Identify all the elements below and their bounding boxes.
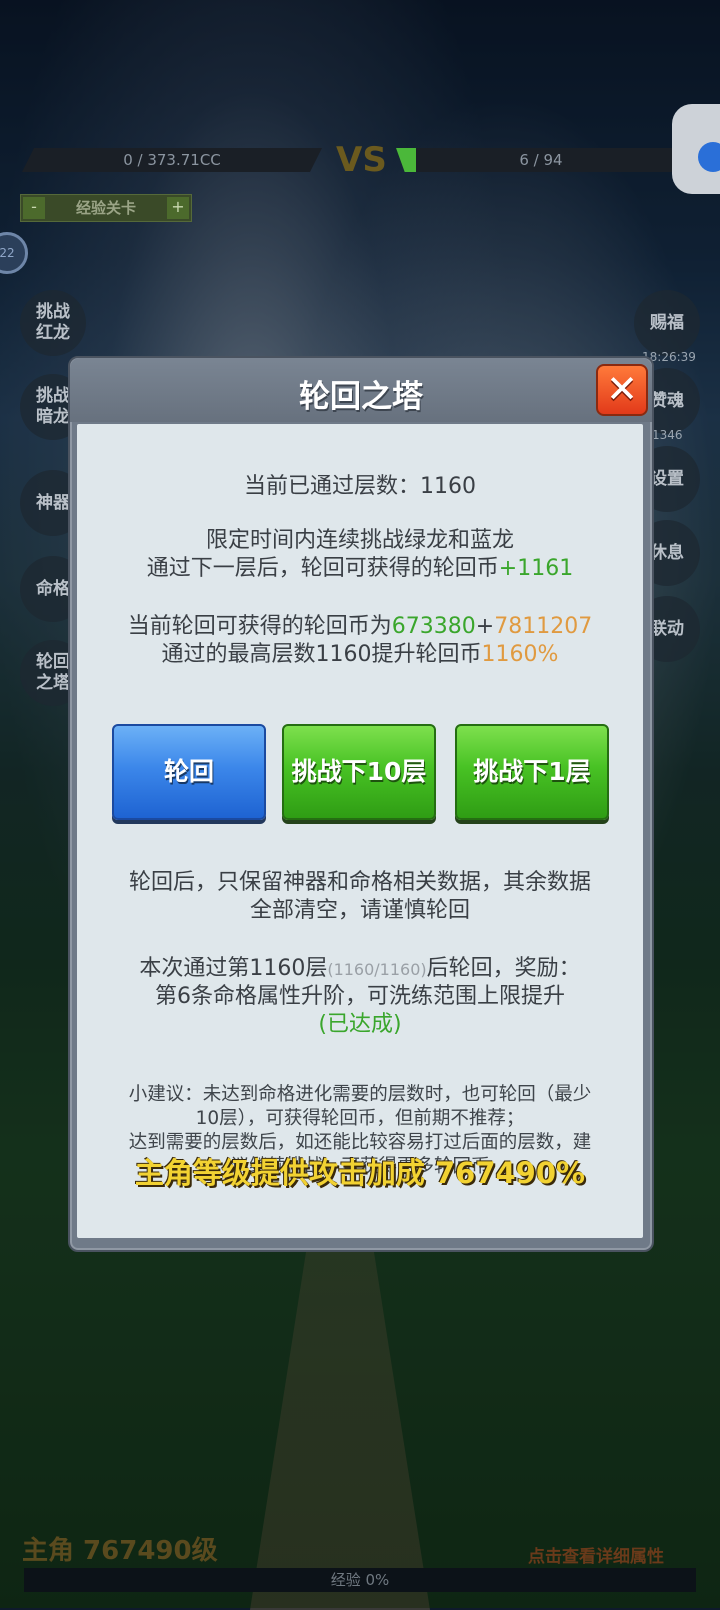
reward-status: (已达成) <box>318 1012 402 1037</box>
challenge-next-10-button[interactable]: 挑战下10层 <box>282 724 436 820</box>
challenge-next-1-button[interactable]: 挑战下1层 <box>455 724 609 820</box>
link-label: 联动 <box>650 618 684 639</box>
enemy-hp-text: 6 / 94 <box>519 151 563 169</box>
challenge-red-dragon-button[interactable]: 挑战 红龙 <box>20 290 86 356</box>
fate-label: 命格 <box>36 578 70 599</box>
stage-plus-button[interactable]: + <box>167 197 189 219</box>
max-floor-value: 1160% <box>481 642 559 667</box>
challenge-red-dragon-label: 挑战 红龙 <box>36 302 70 343</box>
rest-label: 休息 <box>650 542 684 563</box>
soul-count: 1346 <box>652 428 683 442</box>
max-floor-label: 通过的最高层数1160提升轮回币 <box>161 642 482 667</box>
dialog-title: 轮回之塔 <box>299 379 423 415</box>
max-floor-line: 通过的最高层数1160提升轮回币1160% <box>77 636 643 668</box>
stage-selector: 经验关卡 - + <box>20 194 192 222</box>
rebirth-button[interactable]: 轮回 <box>112 724 266 820</box>
hero-level: 主角 767490级 <box>22 1536 218 1566</box>
artifact-label: 神器 <box>36 492 70 513</box>
close-icon: ✕ <box>606 367 638 411</box>
warning-line-2: 全部清空，请谨慎轮回 <box>249 898 470 923</box>
stage-label: 经验关卡 <box>75 199 136 217</box>
next-reward-value: +1161 <box>498 556 574 581</box>
attack-bonus-banner: 主角等级提供攻击加成 767490% <box>134 1156 586 1190</box>
next-reward-line: 通过下一层后，轮回可获得的轮回币+1161 <box>77 550 643 582</box>
dialog-body: 当前已通过层数：1160 限定时间内连续挑战绿龙和蓝龙 通过下一层后，轮回可获得… <box>77 424 643 1238</box>
close-button[interactable]: ✕ <box>596 364 648 416</box>
exp-bar: 经验 0% <box>24 1568 696 1592</box>
blessing-label: 赐福 <box>650 312 684 333</box>
player-hp-bar: 0 / 373.71CC <box>22 148 322 172</box>
player-hp-text: 0 / 373.71CC <box>123 151 221 169</box>
challenge-dark-dragon-label: 挑战 暗龙 <box>36 386 70 427</box>
vs-label: VS <box>336 140 387 180</box>
blessing-button[interactable]: 赐福 <box>634 290 700 356</box>
settings-label: 设置 <box>650 468 684 489</box>
hand-icon[interactable] <box>698 142 720 172</box>
rebirth-tower-label: 轮回 之塔 <box>36 652 70 693</box>
detail-link[interactable]: 点击查看详细属性 <box>528 1542 664 1567</box>
rebirth-tower-dialog: 轮回之塔 ✕ 当前已通过层数：1160 限定时间内连续挑战绿龙和蓝龙 通过下一层… <box>68 356 654 1252</box>
soul-label: 赞魂 <box>650 390 684 411</box>
stage-minus-button[interactable]: - <box>23 197 45 219</box>
tip-line-2: 10层），可获得轮回币，但前期不推荐； <box>195 1108 525 1129</box>
tip-line-1: 小建议：未达到命格进化需要的层数时，也可轮回（最少 <box>128 1084 592 1105</box>
reward-progress: (1160/1160) <box>327 960 427 979</box>
enemy-hp-bar: 6 / 94 <box>396 148 686 172</box>
next-reward-label: 通过下一层后，轮回可获得的轮回币 <box>146 556 499 581</box>
passed-floors: 当前已通过层数：1160 <box>244 474 476 499</box>
